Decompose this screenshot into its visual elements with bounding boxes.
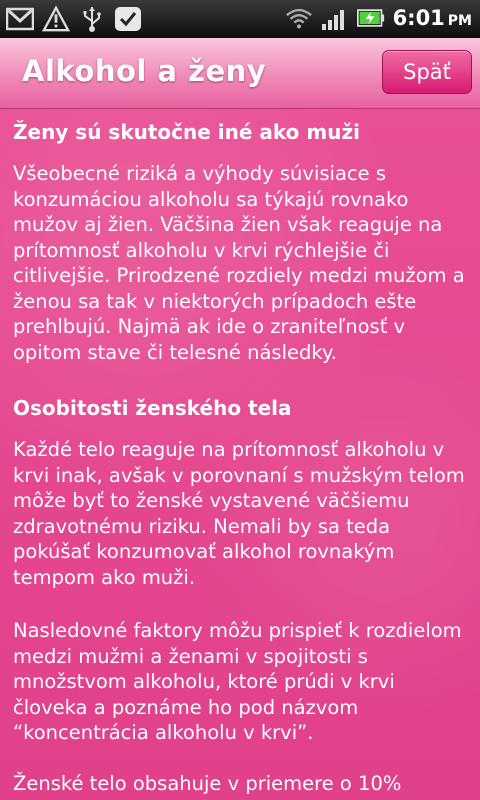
paragraph: Ženské telo obsahuje v priemere o 10% <box>13 771 402 795</box>
paragraph: Každé telo reaguje na prítomnosť alkohol… <box>13 438 465 589</box>
usb-icon <box>78 5 106 33</box>
title-bar: Alkohol a ženy Späť <box>0 38 480 109</box>
wifi-icon <box>285 4 313 32</box>
page-title: Alkohol a ženy <box>22 54 267 88</box>
task-check-icon <box>114 5 142 33</box>
paragraph: Všeobecné riziká a výhody súvisiace s ko… <box>13 162 465 364</box>
section-heading: Ženy sú skutočne iné ako muži <box>13 120 360 144</box>
clock: 6:01 PM <box>392 6 472 30</box>
section-heading: Osobitosti ženského tela <box>13 396 292 420</box>
gmail-icon <box>6 5 34 33</box>
battery-charging-icon <box>356 4 385 32</box>
status-bar: 6:01 PM <box>0 0 480 38</box>
paragraph: Nasledovné faktory môžu prispieť k rozdi… <box>13 619 462 744</box>
signal-icon <box>321 4 349 32</box>
article-content[interactable]: Ženy sú skutočne iné ako muži Všeobecné … <box>0 109 480 800</box>
back-button[interactable]: Späť <box>382 50 472 94</box>
warning-icon <box>42 5 70 33</box>
